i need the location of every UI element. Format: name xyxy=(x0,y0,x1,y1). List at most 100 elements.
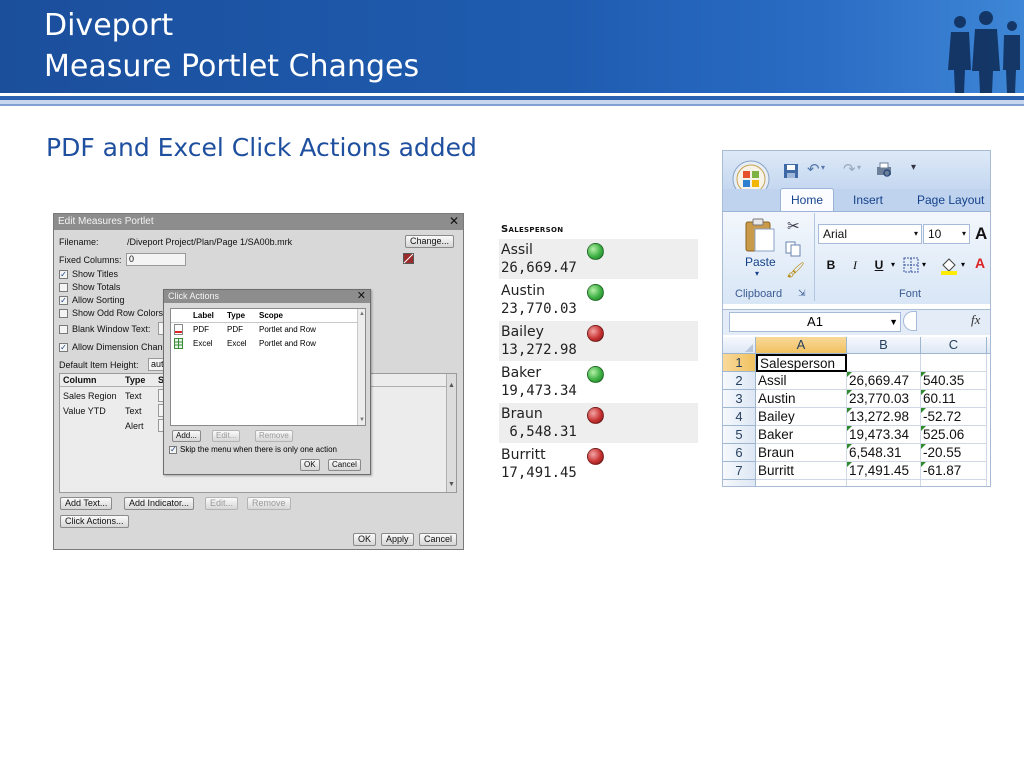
cell[interactable]: -61.87 xyxy=(921,462,987,480)
redo-icon[interactable]: ↷ xyxy=(843,160,856,178)
name-box[interactable]: A1 ▼ xyxy=(729,312,901,332)
row-header[interactable]: 4 xyxy=(723,408,756,426)
insert-function-icon[interactable]: fx xyxy=(971,312,980,328)
cell[interactable]: 19,473.34 xyxy=(847,426,921,444)
cell[interactable] xyxy=(921,480,987,486)
font-color-icon[interactable]: A xyxy=(975,255,985,271)
grow-font-icon[interactable]: A xyxy=(975,224,987,244)
cell[interactable]: 6,548.31 xyxy=(847,444,921,462)
list-item[interactable]: Austin 23,770.03 xyxy=(499,280,698,320)
list-item[interactable]: Assil 26,669.47 xyxy=(499,239,698,279)
cancel-button[interactable]: Cancel xyxy=(419,533,458,546)
cell[interactable]: 13,272.98 xyxy=(847,408,921,426)
cell[interactable]: 23,770.03 xyxy=(847,390,921,408)
chevron-down-icon[interactable]: ▼ xyxy=(889,313,898,331)
remove-action-button[interactable]: Remove xyxy=(255,430,293,442)
formula-bar-resize-handle[interactable] xyxy=(903,311,917,331)
click-actions-button[interactable]: Click Actions... xyxy=(60,515,129,528)
paste-dropdown-icon[interactable]: ▾ xyxy=(755,269,759,278)
cell-b1[interactable] xyxy=(847,354,921,372)
bold-button[interactable]: B xyxy=(821,255,841,275)
cell[interactable] xyxy=(847,480,921,486)
print-preview-icon[interactable] xyxy=(875,162,893,178)
paste-label[interactable]: Paste xyxy=(745,255,776,269)
cell[interactable]: -52.72 xyxy=(921,408,987,426)
show-titles-checkbox[interactable]: ✓ xyxy=(59,270,68,279)
ok-button[interactable]: OK xyxy=(300,459,320,471)
add-indicator-button[interactable]: Add Indicator... xyxy=(124,497,195,510)
cell[interactable]: Burritt xyxy=(756,462,847,480)
fill-color-icon[interactable] xyxy=(939,255,959,275)
cell-a1[interactable]: Salesperson xyxy=(756,354,847,372)
borders-icon[interactable] xyxy=(903,257,919,273)
cell[interactable]: Braun xyxy=(756,444,847,462)
column-header-b[interactable]: B xyxy=(847,337,921,354)
borders-dropdown-icon[interactable]: ▾ xyxy=(922,260,926,269)
undo-icon[interactable]: ↶ xyxy=(807,160,820,178)
vertical-scrollbar[interactable]: ▲ ▼ xyxy=(357,309,365,425)
row-header[interactable]: 7 xyxy=(723,462,756,480)
vertical-scrollbar[interactable]: ▲ ▼ xyxy=(446,374,456,492)
ok-button[interactable]: OK xyxy=(353,533,377,546)
blank-window-text-checkbox[interactable] xyxy=(59,325,68,334)
list-item[interactable]: Burritt 17,491.45 xyxy=(499,444,698,484)
skip-menu-checkbox[interactable]: ✓ xyxy=(169,446,177,454)
row-header[interactable] xyxy=(723,480,756,486)
font-size-combo[interactable]: 10 ▾ xyxy=(923,224,970,244)
cell[interactable]: 525.06 xyxy=(921,426,987,444)
cell[interactable]: Assil xyxy=(756,372,847,390)
redo-dropdown-icon[interactable]: ▾ xyxy=(857,163,861,172)
fill-color-dropdown-icon[interactable]: ▾ xyxy=(961,260,965,269)
allow-sorting-checkbox[interactable]: ✓ xyxy=(59,296,68,305)
edit-button[interactable]: Edit... xyxy=(205,497,239,510)
row-header[interactable]: 6 xyxy=(723,444,756,462)
tab-insert[interactable]: Insert xyxy=(853,193,883,207)
row-header[interactable]: 1 xyxy=(723,354,756,372)
scroll-up-icon[interactable]: ▲ xyxy=(359,311,365,317)
font-name-combo[interactable]: Arial ▾ xyxy=(818,224,922,244)
show-odd-row-colors-checkbox[interactable] xyxy=(59,309,68,318)
cell[interactable]: -20.55 xyxy=(921,444,987,462)
cell[interactable] xyxy=(756,480,847,486)
column-header-d[interactable] xyxy=(987,337,990,354)
cell-c1[interactable] xyxy=(921,354,987,372)
tab-home[interactable]: Home xyxy=(780,188,834,212)
change-button[interactable]: Change... xyxy=(405,235,455,248)
scroll-down-icon[interactable]: ▼ xyxy=(448,481,455,488)
customize-toolbar-icon[interactable]: ▾ xyxy=(911,162,916,173)
default-item-height-input[interactable]: auto xyxy=(148,358,164,371)
save-icon[interactable] xyxy=(783,163,799,179)
chevron-down-icon[interactable]: ▾ xyxy=(914,225,918,243)
chevron-down-icon[interactable]: ▾ xyxy=(962,225,966,243)
cancel-button[interactable]: Cancel xyxy=(328,459,361,471)
scroll-up-icon[interactable]: ▲ xyxy=(448,382,455,389)
cell[interactable]: Austin xyxy=(756,390,847,408)
edit-action-button[interactable]: Edit... xyxy=(212,430,241,442)
column-header-c[interactable]: C xyxy=(921,337,987,354)
color-picker-icon[interactable] xyxy=(403,253,414,264)
cut-icon[interactable]: ✂ xyxy=(787,217,800,235)
paste-icon[interactable] xyxy=(743,217,777,253)
list-item[interactable]: Baker 19,473.34 xyxy=(499,362,698,402)
close-icon[interactable]: ✕ xyxy=(357,289,366,302)
scroll-down-icon[interactable]: ▼ xyxy=(359,417,365,423)
add-action-button[interactable]: Add... xyxy=(172,430,201,442)
show-totals-checkbox[interactable] xyxy=(59,283,68,292)
tab-page-layout[interactable]: Page Layout xyxy=(917,193,984,207)
cell[interactable]: Bailey xyxy=(756,408,847,426)
cell[interactable]: 540.35 xyxy=(921,372,987,390)
apply-button[interactable]: Apply xyxy=(381,533,414,546)
row-header[interactable]: 5 xyxy=(723,426,756,444)
copy-icon[interactable] xyxy=(785,241,801,257)
list-item[interactable]: Braun 6,548.31 xyxy=(499,403,698,443)
fixed-columns-input[interactable]: 0 xyxy=(126,253,186,266)
close-icon[interactable]: ✕ xyxy=(449,214,459,228)
italic-button[interactable]: I xyxy=(845,255,865,275)
cell[interactable]: Baker xyxy=(756,426,847,444)
allow-dimension-changes-checkbox[interactable]: ✓ xyxy=(59,343,68,352)
select-all-corner[interactable] xyxy=(723,337,756,354)
underline-button[interactable]: U xyxy=(869,255,889,275)
row-header[interactable]: 2 xyxy=(723,372,756,390)
underline-dropdown-icon[interactable]: ▾ xyxy=(891,260,895,269)
dialog-launcher-icon[interactable]: ⇲ xyxy=(798,288,806,299)
